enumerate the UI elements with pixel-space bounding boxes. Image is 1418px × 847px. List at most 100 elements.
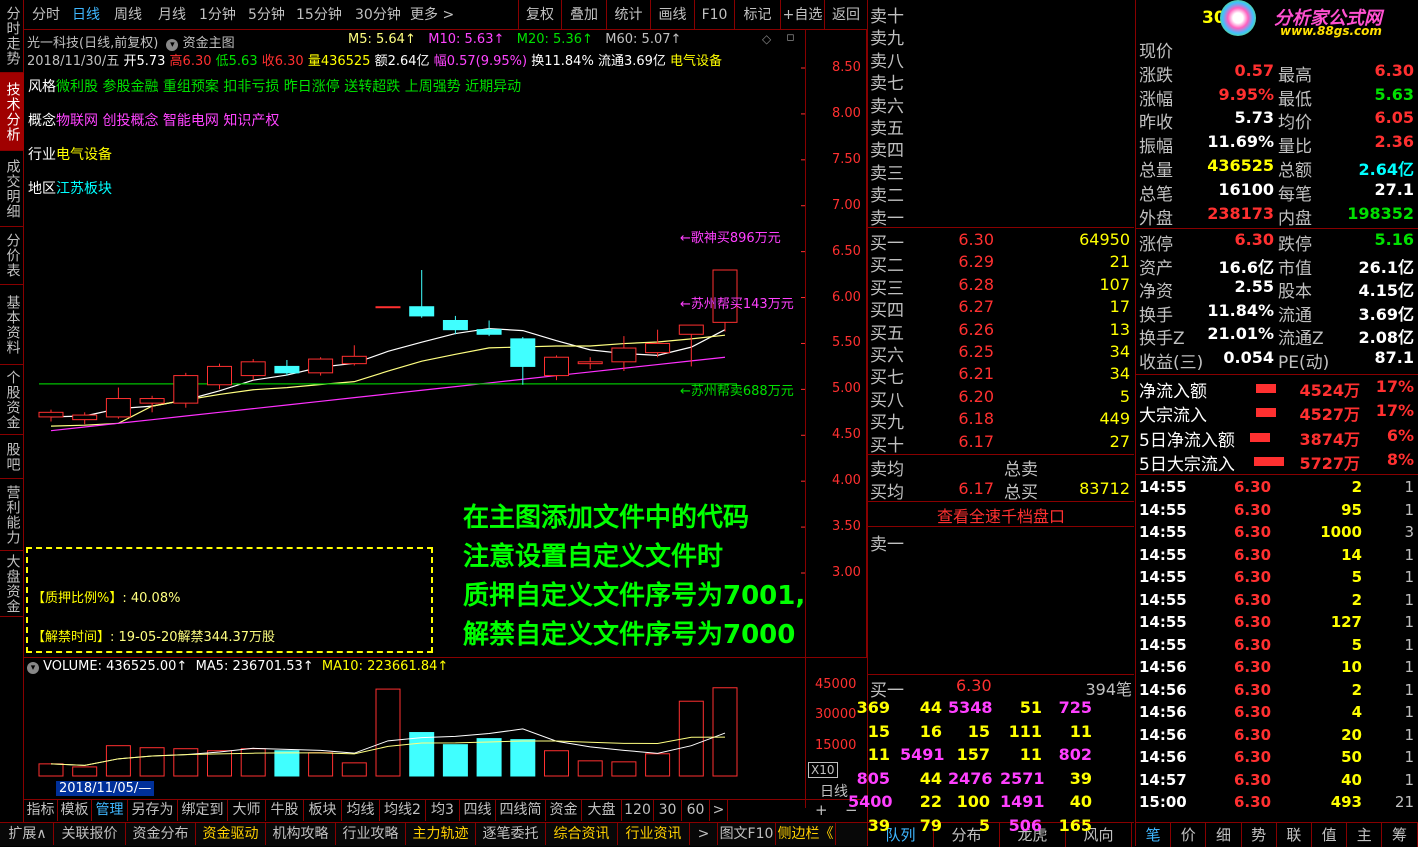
- sell-avg-label: 卖均: [870, 460, 904, 480]
- indicator-tab-4[interactable]: 绑定到: [178, 800, 228, 821]
- sell-row[interactable]: 卖七: [868, 69, 1134, 94]
- period-tab-5[interactable]: 5分钟: [248, 4, 285, 24]
- right-tab-0[interactable]: 笔: [1136, 823, 1172, 847]
- right-tab-2[interactable]: 细: [1206, 823, 1242, 847]
- left-tab-8[interactable]: 大盘资金: [0, 551, 24, 617]
- left-tab-2[interactable]: 成交明细: [0, 151, 24, 227]
- indicator-tab-15[interactable]: 120: [622, 800, 654, 821]
- bottom-bar-item-5[interactable]: 行业攻略: [336, 823, 406, 845]
- toolbar-button-5[interactable]: 标记: [734, 0, 780, 30]
- indicator-tab-13[interactable]: 资金: [546, 800, 582, 821]
- quote-label: 涨跌: [1139, 65, 1173, 86]
- indicator-tab-17[interactable]: 60: [682, 800, 710, 821]
- tick-price: 6.30: [1234, 680, 1272, 699]
- right-tab-4[interactable]: 联: [1277, 823, 1312, 847]
- buy-row[interactable]: 买四 6.27 17: [868, 296, 1134, 321]
- right-tab-5[interactable]: 值: [1312, 823, 1348, 847]
- indicator-tab-9[interactable]: 均线2: [380, 800, 426, 821]
- right-tab-7[interactable]: 筹: [1382, 823, 1418, 847]
- period-tab-4[interactable]: 1分钟: [199, 4, 236, 24]
- bottom-bar-item-9[interactable]: 行业资讯: [618, 823, 690, 845]
- indicator-tab-3[interactable]: 另存为: [128, 800, 178, 821]
- indicator-tab-10[interactable]: 均3: [426, 800, 460, 821]
- indicator-tab-11[interactable]: 四线: [460, 800, 496, 821]
- bottom-bar-item-12[interactable]: 侧边栏《: [776, 823, 836, 845]
- left-tab-1[interactable]: 技术分析: [0, 73, 24, 151]
- buy-row[interactable]: 买五 6.26 13: [868, 319, 1134, 344]
- left-tab-7[interactable]: 营利能力: [0, 479, 24, 551]
- toolbar-button-7[interactable]: 返回: [824, 0, 867, 30]
- period-tab-7[interactable]: 30分钟: [355, 4, 401, 24]
- period-tab-8[interactable]: 更多 >: [410, 4, 454, 24]
- buy-row[interactable]: 买十 6.17 27: [868, 431, 1134, 456]
- bottom-bar-item-2[interactable]: 资金分布: [126, 823, 196, 845]
- left-tab-6[interactable]: 股吧: [0, 435, 24, 479]
- indicator-tab-6[interactable]: 牛股: [266, 800, 304, 821]
- view-all-depth-button[interactable]: 查看全速千档盘口: [868, 503, 1134, 527]
- indicator-tab-1[interactable]: 模板: [58, 800, 92, 821]
- sell-row[interactable]: 卖二: [868, 181, 1134, 206]
- right-tab-3[interactable]: 势: [1242, 823, 1277, 847]
- queue-cell: 165: [1058, 815, 1092, 835]
- tick-volume: 493: [1330, 793, 1362, 811]
- buy-row[interactable]: 买六 6.25 34: [868, 341, 1134, 366]
- left-tab-4[interactable]: 基本资料: [0, 285, 24, 365]
- right-tab-1[interactable]: 价: [1171, 823, 1207, 847]
- period-tab-1[interactable]: 日线: [72, 4, 100, 24]
- bottom-bar-item-1[interactable]: 关联报价: [54, 823, 126, 845]
- period-tab-6[interactable]: 15分钟: [296, 4, 342, 24]
- indicator-tab-5[interactable]: 大师: [228, 800, 266, 821]
- buy-row[interactable]: 买七 6.21 34: [868, 363, 1134, 388]
- bottom-bar-item-3[interactable]: 资金驱动: [196, 823, 266, 845]
- sell-row[interactable]: 卖八: [868, 47, 1134, 72]
- sell-row[interactable]: 卖五: [868, 114, 1134, 139]
- toolbar-button-4[interactable]: F10: [694, 0, 734, 30]
- sell-row[interactable]: 卖九: [868, 24, 1134, 49]
- chevron-down-icon[interactable]: ▾: [27, 662, 39, 674]
- volume-chart[interactable]: [24, 676, 805, 780]
- right-tab-6[interactable]: 主: [1347, 823, 1383, 847]
- bottom-bar-item-6[interactable]: 主力轨迹: [406, 823, 476, 845]
- toolbar-button-1[interactable]: 叠加: [561, 0, 606, 30]
- sell-row[interactable]: 卖三: [868, 159, 1134, 184]
- indicator-tab-7[interactable]: 板块: [304, 800, 342, 821]
- bottom-bar-item-0[interactable]: 扩展∧: [2, 823, 54, 845]
- toolbar-button-2[interactable]: 统计: [606, 0, 650, 30]
- flow-bar: [1256, 384, 1276, 393]
- indicator-tab-0[interactable]: 指标: [24, 800, 58, 821]
- toolbar-button-0[interactable]: 复权: [518, 0, 561, 30]
- buy-row[interactable]: 买三 6.28 107: [868, 274, 1134, 299]
- left-tab-0[interactable]: 分时走势: [0, 0, 24, 73]
- indicator-tab-2[interactable]: 管理: [92, 800, 128, 821]
- indicator-tab-8[interactable]: 均线: [342, 800, 380, 821]
- bottom-bar-item-11[interactable]: 图文F10: [718, 823, 776, 845]
- indicator-tab-16[interactable]: 30: [654, 800, 682, 821]
- period-tab-2[interactable]: 周线: [114, 4, 142, 24]
- buy-row[interactable]: 买八 6.20 5: [868, 386, 1134, 411]
- indicator-tab-14[interactable]: 大盘: [582, 800, 622, 821]
- buy-row[interactable]: 买二 6.29 21: [868, 251, 1134, 276]
- bottom-bar-item-10[interactable]: >: [690, 823, 718, 845]
- buy-level-label: 买八: [870, 390, 904, 411]
- indicator-tab-12[interactable]: 四线简: [496, 800, 546, 821]
- left-tab-5[interactable]: 个股资金: [0, 365, 24, 435]
- sell-row[interactable]: 卖六: [868, 92, 1134, 117]
- tick-row: 14:56 6.30 2 1: [1136, 681, 1418, 703]
- buy-row[interactable]: 买一 6.30 64950: [868, 229, 1134, 254]
- left-tab-3[interactable]: 分价表: [0, 227, 24, 285]
- candle-body: [105, 398, 131, 418]
- sell-row[interactable]: 卖一: [868, 204, 1134, 229]
- sell-row[interactable]: 卖四: [868, 136, 1134, 161]
- sell-row[interactable]: 卖十: [868, 2, 1134, 27]
- toolbar-button-6[interactable]: +自选: [780, 0, 824, 30]
- toolbar-button-3[interactable]: 画线: [650, 0, 694, 30]
- period-tab-3[interactable]: 月线: [158, 4, 186, 24]
- buy-row[interactable]: 买九 6.18 449: [868, 408, 1134, 433]
- queue-cell: 39: [1069, 768, 1092, 788]
- bottom-bar-item-8[interactable]: 综合资讯: [546, 823, 618, 845]
- bottom-bar-item-7[interactable]: 逐笔委托: [476, 823, 546, 845]
- period-tab-0[interactable]: 分时: [32, 4, 60, 24]
- bottom-bar-item-4[interactable]: 机构攻略: [266, 823, 336, 845]
- zoom-in-button[interactable]: +: [815, 801, 828, 819]
- indicator-tab-18[interactable]: >: [710, 800, 728, 821]
